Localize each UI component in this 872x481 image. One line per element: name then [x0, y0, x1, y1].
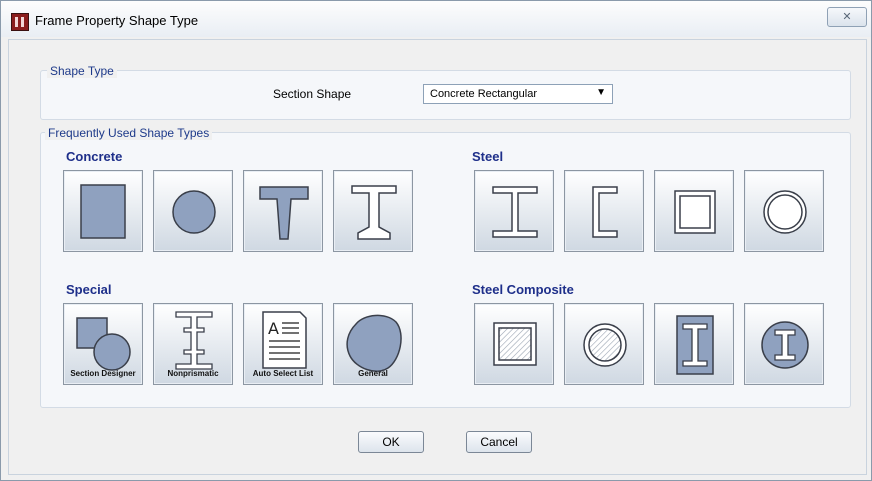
auto-select-list-button[interactable]: A Auto Select List: [243, 303, 323, 385]
ok-button[interactable]: OK: [358, 431, 424, 453]
circle-section-icon: [172, 190, 216, 234]
close-button[interactable]: ✕: [827, 7, 867, 27]
cancel-button[interactable]: Cancel: [466, 431, 532, 453]
encased-rectangle-composite-icon: [676, 315, 714, 375]
steel-i-section-icon: [492, 186, 538, 238]
title-bar: Frame Property Shape Type ✕: [1, 1, 871, 37]
nonprismatic-button[interactable]: Nonprismatic: [153, 303, 233, 385]
shape-type-group-title: Shape Type: [47, 64, 117, 78]
app-icon: [11, 13, 29, 31]
section-shape-label: Section Shape: [273, 87, 352, 101]
encased-circle-composite-button[interactable]: [744, 303, 824, 385]
filled-pipe-composite-button[interactable]: [564, 303, 644, 385]
filled-box-composite-icon: [493, 322, 537, 366]
nonprismatic-caption: Nonprismatic: [167, 369, 219, 378]
svg-text:A: A: [268, 319, 279, 338]
steel-i-section-button[interactable]: [474, 170, 554, 252]
category-steel-label: Steel: [472, 149, 504, 164]
encased-rectangle-composite-button[interactable]: [654, 303, 734, 385]
encased-circle-composite-icon: [761, 321, 809, 369]
category-special-label: Special: [66, 282, 112, 297]
window-title: Frame Property Shape Type: [35, 13, 199, 28]
section-shape-dropdown[interactable]: Concrete Rectangular ▼: [423, 84, 613, 104]
frequent-shapes-group-title: Frequently Used Shape Types: [45, 126, 213, 140]
dropdown-arrow-icon: ▼: [596, 87, 606, 98]
pipe-section-icon: [763, 190, 807, 234]
category-steel-composite-label: Steel Composite: [472, 282, 574, 297]
section-designer-caption: Section Designer: [70, 369, 136, 378]
box-section-icon: [674, 190, 716, 234]
steel-box-button[interactable]: [654, 170, 734, 252]
concrete-i-section-icon: [351, 185, 397, 240]
section-designer-button[interactable]: Section Designer: [63, 303, 143, 385]
filled-box-composite-button[interactable]: [474, 303, 554, 385]
filled-pipe-composite-icon: [583, 323, 627, 367]
rectangle-section-icon: [80, 184, 126, 239]
channel-section-icon: [592, 186, 618, 238]
auto-select-list-caption: Auto Select List: [252, 369, 314, 378]
steel-pipe-button[interactable]: [744, 170, 824, 252]
section-shape-value: Concrete Rectangular: [430, 88, 538, 100]
general-section-button[interactable]: General: [333, 303, 413, 385]
concrete-circular-button[interactable]: [153, 170, 233, 252]
concrete-rectangular-button[interactable]: [63, 170, 143, 252]
steel-channel-button[interactable]: [564, 170, 644, 252]
category-concrete-label: Concrete: [66, 149, 123, 164]
tee-section-icon: [259, 186, 309, 240]
concrete-i-beam-button[interactable]: [333, 170, 413, 252]
concrete-tee-button[interactable]: [243, 170, 323, 252]
general-section-caption: General: [358, 369, 388, 378]
